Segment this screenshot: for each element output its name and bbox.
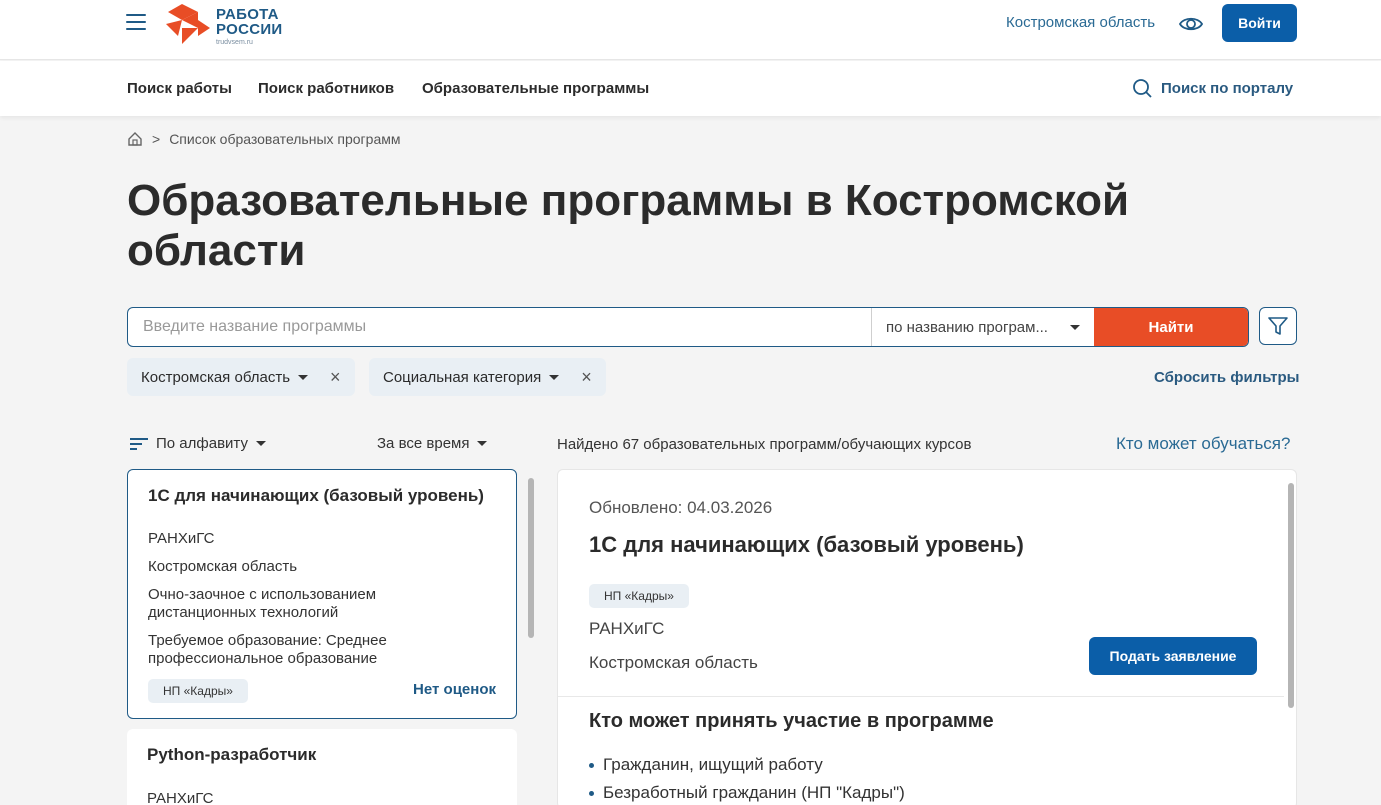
list-item: Гражданин, ищущий работу: [589, 751, 905, 779]
filter-icon: [1268, 317, 1288, 335]
filter-chip-social-category[interactable]: Социальная категория ×: [369, 358, 606, 396]
sort-icon: [130, 437, 148, 450]
portal-search-link[interactable]: Поиск по порталу: [1132, 78, 1293, 98]
bullet-icon: [589, 790, 594, 796]
program-org: РАНХиГС: [147, 790, 214, 805]
close-icon[interactable]: ×: [330, 368, 341, 386]
program-education: Требуемое образование: Среднее профессио…: [148, 632, 387, 667]
results-count: Найдено 67 образовательных программ/обуч…: [557, 436, 972, 453]
detail-org: РАНХиГС: [589, 619, 665, 638]
main-nav: Поиск работы Поиск работников Образовате…: [0, 61, 1381, 116]
page-title: Образовательные программы в Костромской …: [127, 176, 1130, 275]
breadcrumb: > Список образовательных программ: [127, 131, 401, 147]
list-scrollbar[interactable]: [528, 478, 534, 638]
portal-search-label: Поиск по порталу: [1161, 79, 1294, 97]
list-item: Безработный гражданин (НП "Кадры"): [589, 779, 905, 805]
apply-button[interactable]: Подать заявление: [1089, 637, 1257, 675]
eye-icon[interactable]: [1179, 13, 1203, 35]
breadcrumb-separator: >: [152, 131, 161, 147]
chevron-down-icon: [477, 441, 488, 446]
detail-tag: НП «Кадры»: [589, 584, 689, 608]
divider: [558, 696, 1284, 697]
region-selector[interactable]: Костромская область: [1006, 14, 1155, 31]
period-select[interactable]: За все время: [377, 435, 488, 452]
nav-item-job-search[interactable]: Поиск работы: [127, 80, 232, 97]
search-bar: по названию програм... Найти: [127, 307, 1249, 347]
who-can-study-link[interactable]: Кто может обучаться?: [1116, 434, 1290, 454]
program-tag: НП «Кадры»: [148, 679, 248, 703]
program-card[interactable]: Python-разработчик РАНХиГС: [127, 729, 517, 805]
breadcrumb-current: Список образовательных программ: [169, 131, 401, 147]
program-region: Костромская область: [148, 558, 298, 575]
logo-mark-icon: [166, 4, 210, 44]
detail-region: Костромская область: [589, 653, 758, 672]
logo-line-1: РАБОТА: [216, 6, 279, 23]
filter-chip-label: Социальная категория: [383, 368, 542, 386]
who-can-participate-list: Гражданин, ищущий работу Безработный гра…: [589, 751, 905, 805]
bullet-icon: [589, 762, 594, 768]
search-type-select[interactable]: по названию програм...: [871, 308, 1094, 346]
chevron-down-icon: [298, 374, 309, 380]
filter-button[interactable]: [1259, 307, 1297, 345]
program-org: РАНХиГС: [148, 530, 215, 547]
program-card[interactable]: 1С для начинающих (базовый уровень) РАНХ…: [127, 469, 517, 719]
search-type-value: по названию програм...: [886, 318, 1048, 336]
filter-chip-label: Костромская область: [141, 368, 291, 386]
program-detail-panel: Обновлено: 04.03.2026 1С для начинающих …: [557, 469, 1297, 805]
detail-updated: Обновлено: 04.03.2026: [589, 498, 773, 517]
login-button[interactable]: Войти: [1222, 4, 1297, 42]
search-icon: [1133, 79, 1152, 98]
close-icon[interactable]: ×: [581, 368, 592, 386]
chevron-down-icon: [549, 374, 560, 380]
detail-scrollbar[interactable]: [1288, 483, 1294, 708]
filter-chip-region[interactable]: Костромская область ×: [127, 358, 355, 396]
who-can-participate-title: Кто может принять участие в программе: [589, 710, 994, 732]
search-input[interactable]: [128, 308, 871, 346]
nav-item-worker-search[interactable]: Поиск работников: [258, 80, 394, 97]
detail-title: 1С для начинающих (базовый уровень): [589, 532, 1024, 557]
period-label: За все время: [377, 435, 470, 452]
top-header: РАБОТА РОССИИ trudvsem.ru Костромская об…: [0, 0, 1381, 60]
program-title[interactable]: 1С для начинающих (базовый уровень): [148, 486, 484, 506]
program-rating: Нет оценок: [413, 681, 496, 698]
nav-item-education[interactable]: Образовательные программы: [422, 80, 649, 97]
chevron-down-icon: [1070, 324, 1080, 330]
chevron-down-icon: [255, 441, 266, 446]
logo-line-2: РОССИИ: [216, 21, 283, 38]
home-icon[interactable]: [127, 131, 143, 147]
menu-icon[interactable]: [126, 14, 146, 32]
sort-label: По алфавиту: [156, 435, 248, 452]
logo[interactable]: РАБОТА РОССИИ trudvsem.ru: [164, 0, 294, 50]
reset-filters-link[interactable]: Сбросить фильтры: [1154, 369, 1299, 386]
program-format: Очно-заочное с использованием дистанцион…: [148, 586, 377, 621]
logo-subtitle: trudvsem.ru: [216, 39, 253, 46]
program-title[interactable]: Python-разработчик: [147, 745, 316, 765]
sort-select[interactable]: По алфавиту: [130, 435, 266, 452]
search-button[interactable]: Найти: [1094, 308, 1248, 346]
